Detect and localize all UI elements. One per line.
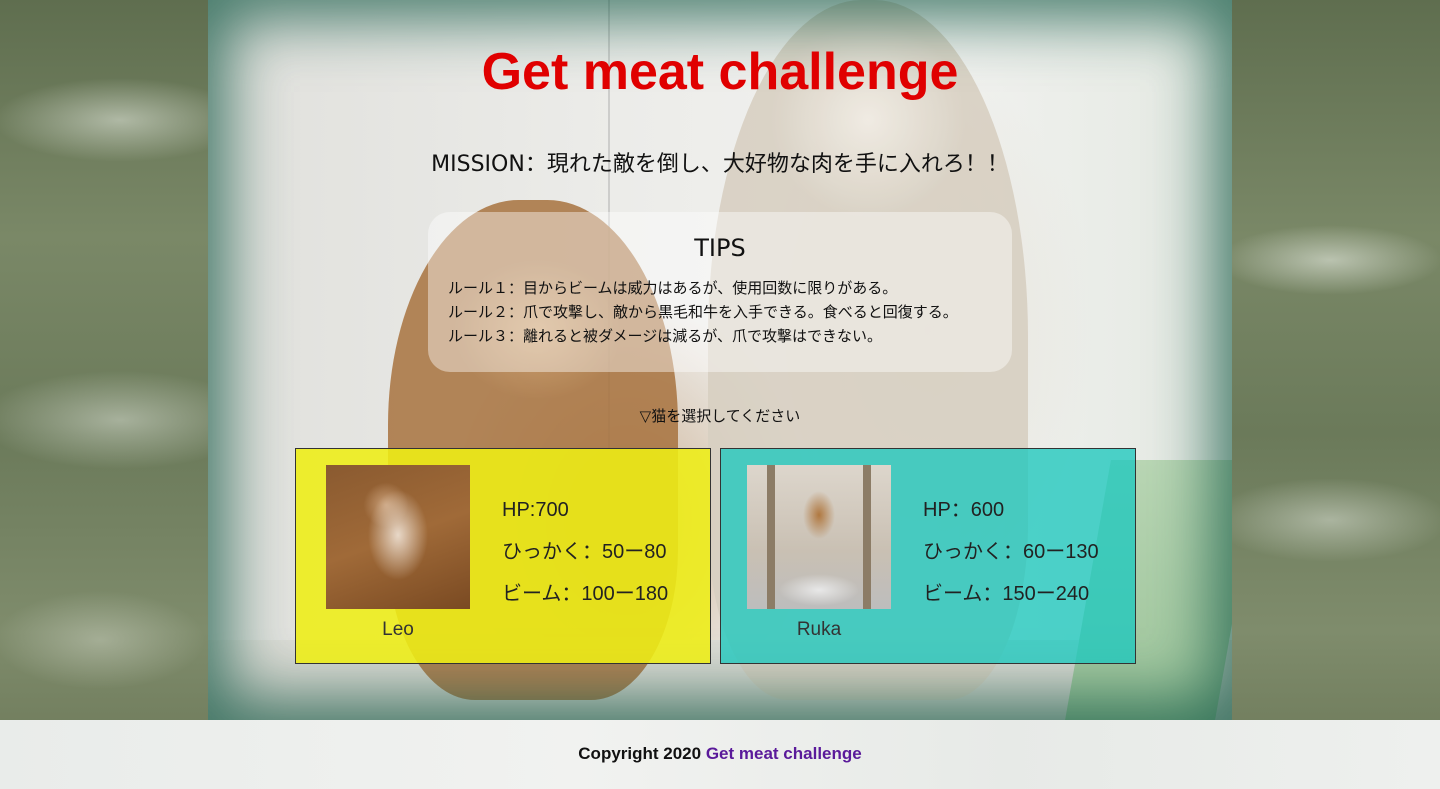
tip-rule-2: ルール２：爪で攻撃し、敵から黒毛和牛を入手できる。食べると回復する。: [448, 303, 958, 321]
cat-card-ruka[interactable]: Ruka HP：600 ひっかく：60ー130 ビーム：150ー240: [720, 448, 1136, 664]
select-cat-prompt: ▽猫を選択してください: [639, 407, 801, 425]
copyright-prefix: Copyright 2020: [578, 744, 702, 763]
footer-site-link[interactable]: Get meat challenge: [706, 744, 862, 763]
tips-list: ルール１：目からビームは威力はあるが、使用回数に限りがある。 ルール２：爪で攻撃…: [448, 276, 1012, 348]
tip-rule-3: ルール３：離れると被ダメージは減るが、爪で攻撃はできない。: [448, 327, 882, 345]
cat-name-ruka: Ruka: [796, 619, 842, 640]
cat-hp-ruka: HP：600: [923, 499, 1005, 521]
tips-heading: TIPS: [694, 234, 746, 262]
page-title: Get meat challenge: [481, 43, 959, 101]
cat-beam-ruka: ビーム：150ー240: [923, 583, 1090, 605]
cat-name-leo: Leo: [382, 619, 414, 640]
cat-stats-leo: HP:700 ひっかく：50ー80 ビーム：100ー180: [502, 489, 668, 615]
mission-text: MISSION：現れた敵を倒し、大好物な肉を手に入れろ！！: [431, 152, 1009, 177]
cat-photo-ruka[interactable]: [747, 465, 891, 609]
cat-hp-leo: HP:700: [502, 499, 569, 521]
cat-scratch-leo: ひっかく：50ー80: [502, 541, 667, 563]
cat-card-leo[interactable]: Leo HP:700 ひっかく：50ー80 ビーム：100ー180: [295, 448, 711, 664]
cat-beam-leo: ビーム：100ー180: [502, 583, 669, 605]
tip-rule-1: ルール１：目からビームは威力はあるが、使用回数に限りがある。: [448, 279, 898, 297]
hammock-frame-right: [863, 465, 871, 609]
cat-stats-ruka: HP：600 ひっかく：60ー130 ビーム：150ー240: [923, 489, 1099, 615]
cat-scratch-ruka: ひっかく：60ー130: [923, 541, 1099, 563]
copyright: Copyright 2020 Get meat challenge: [0, 744, 1440, 764]
footer: Copyright 2020 Get meat challenge: [0, 720, 1440, 789]
cat-photo-leo[interactable]: [326, 465, 470, 609]
hammock-frame-left: [767, 465, 775, 609]
tips-panel: TIPS ルール１：目からビームは威力はあるが、使用回数に限りがある。 ルール２…: [428, 212, 1012, 372]
